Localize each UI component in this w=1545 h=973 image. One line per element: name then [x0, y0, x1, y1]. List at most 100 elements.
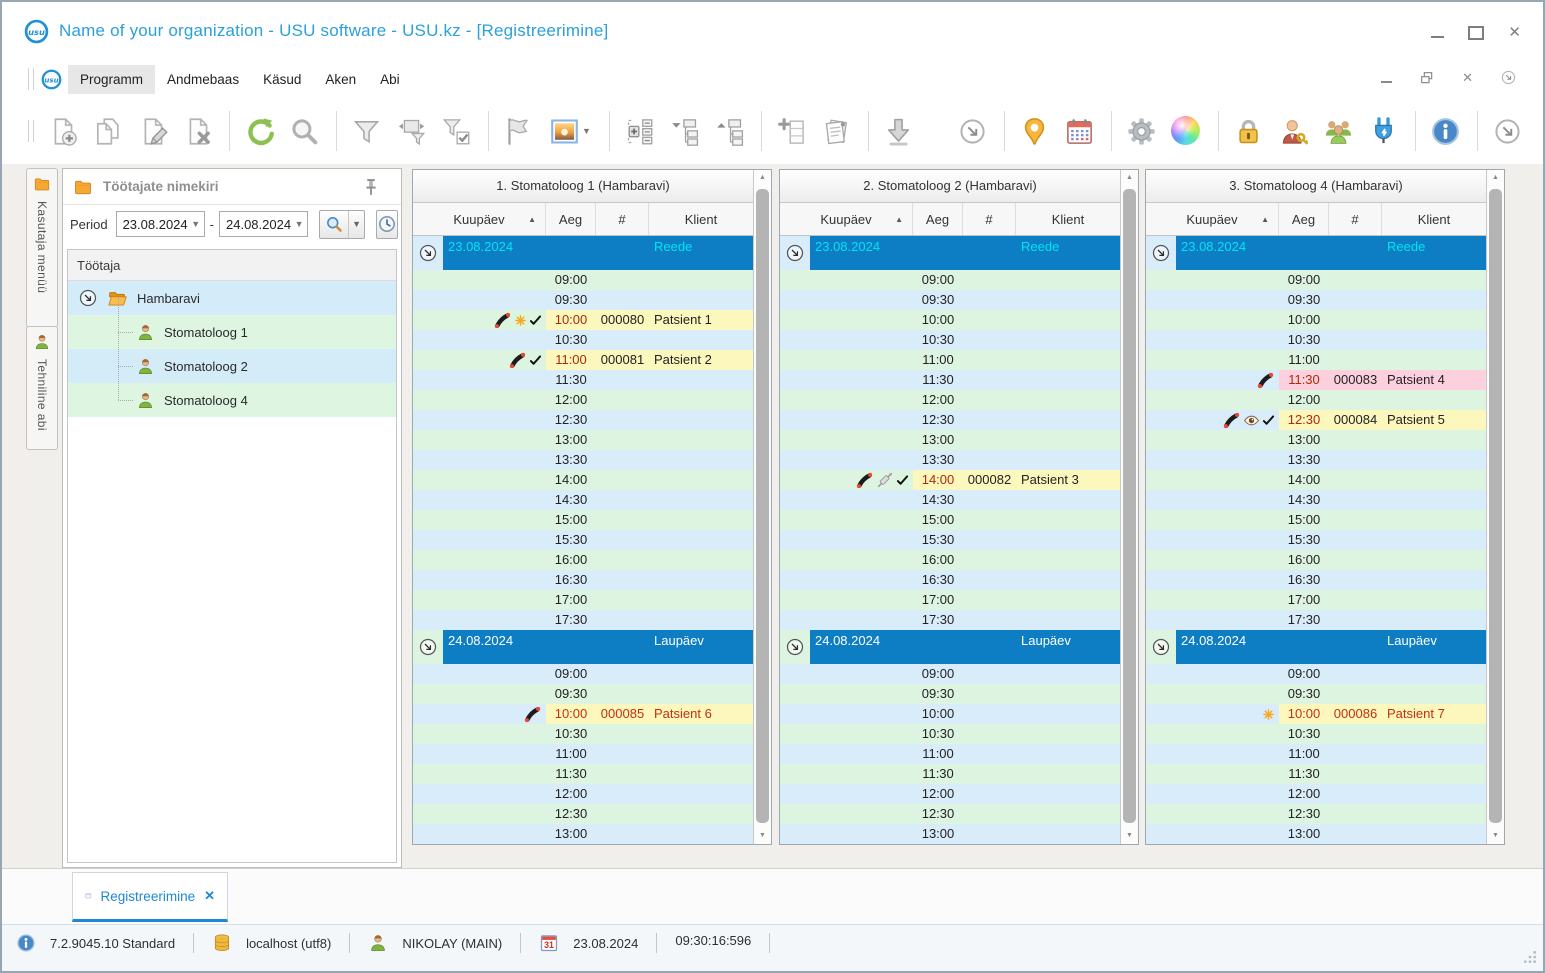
schedule-slot-row[interactable]: 12:30	[413, 410, 753, 430]
column-header-kuupaev[interactable]: Kuupäev ▲	[413, 203, 546, 235]
schedule-slot-row[interactable]: 16:00	[1146, 550, 1486, 570]
expand-collapse-icon[interactable]	[1151, 243, 1171, 263]
schedule-slot-row[interactable]: 16:00	[413, 550, 753, 570]
chevron-down-icon[interactable]: ▼	[291, 219, 307, 229]
toolbar-user-key-button[interactable]	[1272, 108, 1314, 154]
schedule-slot-row[interactable]: 16:00	[780, 550, 1120, 570]
toolbar-overflow-chevron-button[interactable]	[1486, 108, 1528, 154]
appointment-row[interactable]: 10:00 000080 Patsient 1	[413, 310, 753, 330]
schedule-slot-row[interactable]: 14:00	[413, 470, 753, 490]
toolbar-doc-new-button[interactable]	[41, 108, 83, 154]
schedule-slot-row[interactable]: 14:30	[780, 490, 1120, 510]
toolbar-collapse-branch-button[interactable]	[663, 108, 705, 154]
scrollbar-thumb[interactable]	[1123, 189, 1136, 823]
schedule-slot-row[interactable]: 12:30	[413, 804, 753, 824]
column-header-klient[interactable]: Klient	[1016, 203, 1120, 235]
schedule-slot-row[interactable]: 13:00	[1146, 824, 1486, 844]
schedule-slot-row[interactable]: 10:00	[780, 704, 1120, 724]
menu-abi[interactable]: Abi	[368, 65, 412, 94]
appointment-row[interactable]: 11:00 000081 Patsient 2	[413, 350, 753, 370]
schedule-slot-row[interactable]: 10:30	[1146, 330, 1486, 350]
column-header-aeg[interactable]: Aeg	[913, 203, 963, 235]
schedule-slot-row[interactable]: 10:30	[413, 330, 753, 350]
schedule-slot-row[interactable]: 09:00	[1146, 664, 1486, 684]
schedule-slot-row[interactable]: 13:00	[413, 824, 753, 844]
appointment-row[interactable]: 10:00 000086 Patsient 7	[1146, 704, 1486, 724]
toolbar-documents-button[interactable]	[815, 108, 857, 154]
expand-collapse-icon[interactable]	[418, 637, 438, 657]
schedule-slot-row[interactable]: 14:30	[413, 490, 753, 510]
scrollbar-down-button[interactable]: ▼	[1487, 828, 1504, 844]
schedule-slot-row[interactable]: 10:30	[1146, 724, 1486, 744]
toolbar-users-group-button[interactable]	[1317, 108, 1359, 154]
expand-collapse-icon[interactable]	[1151, 637, 1171, 657]
schedule-slot-row[interactable]: 11:30	[413, 764, 753, 784]
chevron-down-icon[interactable]: ▼	[348, 210, 364, 238]
appointment-row[interactable]: 12:30 000084 Patsient 5	[1146, 410, 1486, 430]
appointment-row[interactable]: 10:00 000085 Patsient 6	[413, 704, 753, 724]
schedule-slot-row[interactable]: 12:00	[1146, 784, 1486, 804]
toolbar-map-pin-button[interactable]	[1013, 108, 1055, 154]
scrollbar-down-button[interactable]: ▼	[754, 828, 771, 844]
scrollbar-down-button[interactable]: ▼	[1121, 828, 1138, 844]
maximize-button[interactable]	[1468, 26, 1485, 40]
schedule-slot-row[interactable]: 09:00	[413, 664, 753, 684]
expand-collapse-icon[interactable]	[785, 637, 805, 657]
mdi-close-button[interactable]: ✕	[1462, 70, 1473, 86]
mdi-minimize-button[interactable]	[1381, 81, 1393, 83]
column-header-klient[interactable]: Klient	[1382, 203, 1486, 235]
schedule-slot-row[interactable]: 09:30	[780, 684, 1120, 704]
schedule-date-row[interactable]: 24.08.2024 Laupäev	[413, 630, 753, 664]
toolbar-grip[interactable]	[28, 68, 34, 90]
toolbar-overflow-chevron-button[interactable]	[951, 108, 993, 154]
toolbar-expand-nodes-button[interactable]	[618, 108, 660, 154]
toolbar-add-row-button[interactable]	[770, 108, 812, 154]
mdi-restore-button[interactable]	[1419, 70, 1435, 86]
schedule-slot-row[interactable]: 12:30	[1146, 804, 1486, 824]
period-from-field[interactable]: 23.08.2024 ▼	[115, 211, 205, 237]
toolbar-calendar-button[interactable]	[1058, 108, 1100, 154]
schedule-slot-row[interactable]: 13:00	[780, 824, 1120, 844]
menu-programm[interactable]: Programm	[68, 64, 156, 94]
schedule-slot-row[interactable]: 17:00	[413, 590, 753, 610]
menu-aken[interactable]: Aken	[313, 65, 368, 94]
schedule-slot-row[interactable]: 17:30	[780, 610, 1120, 630]
schedule-slot-row[interactable]: 14:30	[1146, 490, 1486, 510]
toolbar-refresh-button[interactable]	[238, 108, 280, 154]
toolbar-expand-branch-button[interactable]	[708, 108, 750, 154]
toolbar-download-button[interactable]	[877, 108, 919, 154]
schedule-slot-row[interactable]: 09:00	[1146, 270, 1486, 290]
schedule-slot-row[interactable]: 12:30	[780, 410, 1120, 430]
toolbar-doc-copy-button[interactable]	[86, 108, 128, 154]
schedule-slot-row[interactable]: 11:00	[1146, 744, 1486, 764]
schedule-slot-row[interactable]: 09:30	[413, 290, 753, 310]
toolbar-filter-columns-button[interactable]	[390, 108, 432, 154]
expand-collapse-icon[interactable]	[78, 288, 98, 308]
schedule-slot-row[interactable]: 12:00	[780, 784, 1120, 804]
minimize-button[interactable]	[1431, 36, 1445, 38]
schedule-slot-row[interactable]: 15:00	[413, 510, 753, 530]
search-button[interactable]: ▼	[319, 209, 366, 239]
schedule-slot-row[interactable]: 13:00	[413, 430, 753, 450]
column-header-kuupaev[interactable]: Kuupäev ▲	[780, 203, 913, 235]
schedule-slot-row[interactable]: 17:00	[780, 590, 1120, 610]
vertical-scrollbar[interactable]: ▲ ▼	[1486, 170, 1504, 844]
schedule-slot-row[interactable]: 12:00	[780, 390, 1120, 410]
tab-registreerimine[interactable]: Registreerimine ✕	[72, 872, 228, 922]
schedule-slot-row[interactable]: 11:30	[413, 370, 753, 390]
appointment-row[interactable]: 14:00 000082 Patsient 3	[780, 470, 1120, 490]
column-header-number[interactable]: #	[963, 203, 1016, 235]
toolbar-grip[interactable]	[28, 120, 34, 142]
scrollbar-up-button[interactable]: ▲	[1487, 170, 1504, 186]
column-header-klient[interactable]: Klient	[649, 203, 753, 235]
schedule-slot-row[interactable]: 11:30	[1146, 764, 1486, 784]
schedule-slot-row[interactable]: 10:30	[413, 724, 753, 744]
schedule-slot-row[interactable]: 15:30	[1146, 530, 1486, 550]
schedule-slot-row[interactable]: 11:30	[780, 764, 1120, 784]
expand-collapse-icon[interactable]	[785, 243, 805, 263]
schedule-slot-row[interactable]: 17:30	[413, 610, 753, 630]
menu-andmebaas[interactable]: Andmebaas	[155, 65, 251, 94]
toolbar-flag-button[interactable]	[497, 108, 539, 154]
toolbar-gear-button[interactable]	[1120, 108, 1162, 154]
schedule-slot-row[interactable]: 13:30	[413, 450, 753, 470]
